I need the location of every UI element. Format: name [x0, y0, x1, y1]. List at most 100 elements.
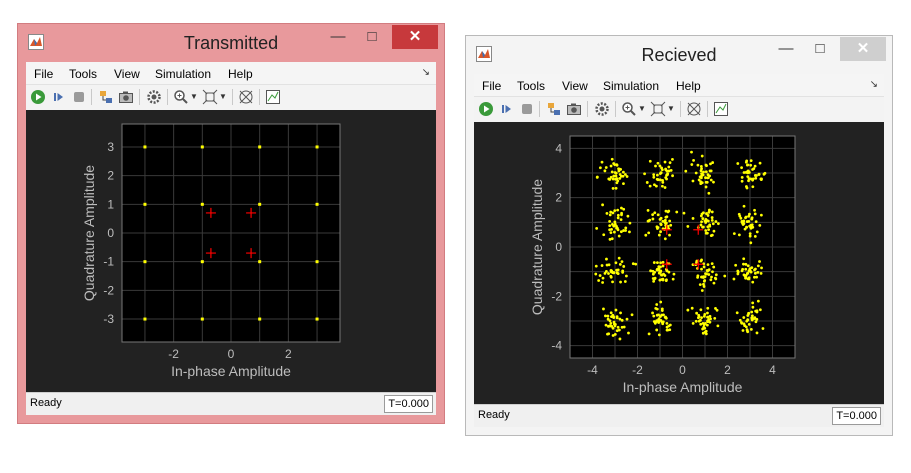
menu-view[interactable]: View: [562, 79, 588, 93]
chevron-down-icon[interactable]: ▼: [637, 101, 647, 117]
symbol-point: [702, 325, 706, 329]
symbol-point: [668, 219, 672, 223]
symbol-point: [697, 319, 701, 323]
y-tick-label: 2: [555, 191, 562, 205]
menu-simulation[interactable]: Simulation: [155, 67, 211, 81]
scope-plot[interactable]: -4 -2 0 2 4 -4 -2 0 2 4 In-phase Amplitude Quadratu…: [474, 122, 884, 405]
received-window[interactable]: Recieved — □ ✕ File Tools View Simulatio…: [465, 35, 893, 436]
symbol-point: [698, 283, 702, 287]
symbol-point: [736, 272, 740, 276]
symbol-point: [667, 165, 671, 169]
symbol-point: [651, 311, 654, 315]
stop-icon[interactable]: [71, 89, 87, 105]
symbol-point: [658, 164, 662, 168]
menu-help[interactable]: Help: [228, 67, 253, 81]
maximize-button[interactable]: □: [354, 25, 390, 49]
legend-icon[interactable]: [713, 101, 729, 117]
symbol-point: [691, 321, 695, 325]
chevron-down-icon[interactable]: ▼: [218, 89, 228, 105]
symbol-point: [609, 321, 613, 325]
symbol-point: [615, 226, 619, 230]
settings-gear-icon[interactable]: [594, 101, 610, 117]
symbol-point: [700, 181, 704, 185]
maximize-button[interactable]: □: [802, 37, 838, 61]
menu-simulation[interactable]: Simulation: [603, 79, 659, 93]
symbol-point: [258, 317, 262, 321]
symbol-point: [745, 170, 749, 174]
symbol-point: [612, 316, 616, 319]
symbol-point: [723, 274, 727, 278]
menu-arrow-icon[interactable]: ↘: [870, 79, 878, 90]
run-icon[interactable]: [478, 101, 494, 117]
menu-tools[interactable]: Tools: [517, 79, 545, 93]
symbol-point: [608, 178, 612, 181]
symbol-point: [622, 325, 626, 329]
symbol-point: [757, 173, 761, 176]
zoom-in-icon[interactable]: [173, 89, 189, 105]
highlight-block-icon[interactable]: [98, 89, 114, 105]
symbol-point: [664, 215, 668, 219]
symbol-point: [742, 262, 745, 266]
chevron-down-icon[interactable]: ▼: [189, 89, 199, 105]
chevron-down-icon[interactable]: ▼: [666, 101, 676, 117]
symbol-point: [607, 324, 610, 328]
minimize-button[interactable]: —: [768, 37, 804, 61]
symbol-point: [663, 218, 667, 222]
transmitted-window[interactable]: Transmitted — □ ✕ File Tools View Simula…: [17, 23, 445, 424]
measurements-icon[interactable]: [238, 89, 254, 105]
title-bar[interactable]: Transmitted — □ ✕: [18, 24, 444, 62]
title-bar[interactable]: Recieved — □ ✕: [466, 36, 892, 74]
simulation-time: T=0.000: [832, 407, 881, 425]
menu-arrow-icon[interactable]: ↘: [422, 67, 430, 78]
symbol-point: [704, 231, 708, 235]
step-forward-icon[interactable]: [499, 101, 515, 117]
symbol-point: [742, 204, 746, 208]
menu-view[interactable]: View: [114, 67, 140, 81]
scope-plot[interactable]: -2 0 2 -3 -2 -1 0 1 2 3 In-phase Amplitude Quadratu…: [26, 110, 436, 393]
menu-file[interactable]: File: [482, 79, 501, 93]
symbol-point: [759, 177, 763, 181]
close-button[interactable]: ✕: [392, 25, 438, 49]
zoom-in-icon[interactable]: [621, 101, 637, 117]
symbol-point: [699, 169, 703, 173]
menu-tools[interactable]: Tools: [69, 67, 97, 81]
run-icon[interactable]: [30, 89, 46, 105]
menu-help[interactable]: Help: [676, 79, 701, 93]
toolbar-separator: [167, 89, 168, 105]
symbol-point: [609, 275, 613, 279]
symbol-point: [609, 231, 613, 235]
symbol-point: [621, 170, 625, 174]
symbol-point: [661, 260, 665, 264]
legend-icon[interactable]: [265, 89, 281, 105]
symbol-point: [699, 322, 703, 326]
constellation-plot[interactable]: -2 0 2 -3 -2 -1 0 1 2 3 In-phase Amplitude Quadratu…: [26, 110, 438, 393]
step-forward-icon[interactable]: [51, 89, 67, 105]
measurements-icon[interactable]: [686, 101, 702, 117]
snapshot-icon[interactable]: [118, 89, 134, 105]
symbol-point: [601, 276, 605, 280]
symbol-point: [606, 314, 610, 318]
symbol-point: [694, 319, 698, 323]
symbol-point: [604, 323, 608, 327]
menu-file[interactable]: File: [34, 67, 53, 81]
symbol-point: [700, 316, 703, 320]
constellation-plot[interactable]: -4 -2 0 2 4 -4 -2 0 2 4 In-phase Amplitude Quadratu…: [474, 122, 886, 405]
symbol-point: [609, 210, 613, 214]
symbol-point: [751, 177, 755, 181]
settings-gear-icon[interactable]: [146, 89, 162, 105]
symbol-point: [744, 262, 748, 266]
highlight-block-icon[interactable]: [546, 101, 562, 117]
fit-to-view-icon[interactable]: [202, 89, 218, 105]
symbol-point: [701, 217, 705, 220]
y-tick-label: 0: [555, 240, 562, 254]
symbol-point: [595, 226, 599, 230]
stop-icon[interactable]: [519, 101, 535, 117]
toolbar-separator: [139, 89, 140, 105]
minimize-button[interactable]: —: [320, 25, 356, 49]
snapshot-icon[interactable]: [566, 101, 582, 117]
menu-bar: File Tools View Simulation Help ↘: [26, 62, 436, 84]
status-bar: Ready T=0.000: [474, 404, 884, 427]
symbol-point: [595, 175, 599, 179]
fit-to-view-icon[interactable]: [650, 101, 666, 117]
close-button[interactable]: ✕: [840, 37, 886, 61]
